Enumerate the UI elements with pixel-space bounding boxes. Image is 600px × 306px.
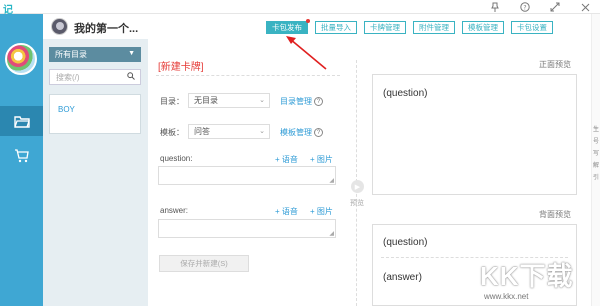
chevron-down-icon: ⌄ bbox=[259, 128, 265, 135]
add-image-question-button[interactable]: + 图片 bbox=[310, 154, 333, 165]
deck-avatar bbox=[51, 18, 68, 35]
add-image-answer-button[interactable]: + 图片 bbox=[310, 206, 333, 217]
add-voice-answer-button[interactable]: + 语音 bbox=[275, 206, 298, 217]
page-title: [新建卡牌] bbox=[158, 62, 204, 73]
directory-list: BOY bbox=[49, 94, 141, 134]
edge-text: 写 bbox=[593, 151, 600, 157]
chevron-down-icon: ⌄ bbox=[259, 97, 265, 104]
directory-select[interactable]: 所有目录 ▼ bbox=[49, 47, 141, 62]
resize-handle-icon[interactable]: ◢ bbox=[329, 230, 334, 237]
divider bbox=[156, 75, 340, 76]
title-bar: 记 ? bbox=[0, 0, 600, 16]
add-voice-question-button[interactable]: + 语音 bbox=[275, 154, 298, 165]
resize-handle-icon[interactable]: ◢ bbox=[329, 177, 334, 184]
user-avatar[interactable] bbox=[5, 43, 37, 75]
directory-manage-link[interactable]: 目录管理? bbox=[280, 96, 323, 107]
help-icon[interactable]: ? bbox=[314, 128, 323, 138]
deck-settings-button[interactable]: 卡包设置 bbox=[511, 21, 553, 34]
question-label: question: bbox=[160, 154, 193, 163]
left-sidebar bbox=[0, 14, 43, 306]
list-item[interactable]: BOY bbox=[58, 105, 75, 114]
directory-label: 目录： bbox=[160, 97, 184, 106]
edge-text: 号 bbox=[593, 139, 600, 145]
folder-icon bbox=[13, 115, 30, 128]
front-preview-box: (question) bbox=[372, 74, 577, 195]
save-and-new-button[interactable]: 保存并新建(S) bbox=[159, 255, 249, 272]
back-question-text: (question) bbox=[383, 237, 428, 248]
template-manage-button[interactable]: 模板管理 bbox=[462, 21, 504, 34]
back-answer-text: (answer) bbox=[383, 272, 422, 283]
toolbar: 卡包发布 批量导入 卡牌管理 附件管理 模板管理 卡包设置 bbox=[266, 19, 553, 34]
answer-label: answer: bbox=[160, 206, 189, 215]
directory-search-input[interactable]: 搜索(/) bbox=[49, 69, 141, 85]
question-field[interactable]: ◢ bbox=[158, 166, 336, 185]
front-preview-title: 正面预览 bbox=[539, 60, 571, 69]
watermark: KK下载 bbox=[480, 261, 574, 291]
template-label: 模板： bbox=[160, 128, 184, 137]
help-icon[interactable]: ? bbox=[314, 97, 323, 107]
sidebar-item-cart[interactable] bbox=[0, 141, 43, 171]
card-form: [新建卡牌] 目录： 无目录 ⌄ 目录管理? 模板： 问答 ⌄ 模板管理? qu… bbox=[148, 39, 353, 306]
right-edge-panel: 生 号 写 解 引 bbox=[591, 14, 600, 306]
deck-title: 我的第一个... bbox=[74, 23, 139, 35]
directory-panel: 所有目录 ▼ 搜索(/) BOY bbox=[43, 39, 148, 306]
window-controls: ? bbox=[480, 0, 600, 14]
directory-dropdown[interactable]: 无目录 ⌄ bbox=[188, 93, 270, 108]
edge-text: 引 bbox=[593, 175, 600, 181]
batch-import-button[interactable]: 批量导入 bbox=[315, 21, 357, 34]
answer-field[interactable]: ◢ bbox=[158, 219, 336, 238]
search-icon[interactable] bbox=[127, 72, 135, 82]
attachment-manage-button[interactable]: 附件管理 bbox=[413, 21, 455, 34]
svg-text:?: ? bbox=[523, 4, 526, 11]
pin-icon[interactable] bbox=[480, 0, 510, 14]
publish-deck-button[interactable]: 卡包发布 bbox=[266, 19, 310, 34]
chevron-down-icon: ▼ bbox=[128, 50, 135, 57]
edge-text: 生 bbox=[593, 127, 600, 133]
front-question-text: (question) bbox=[383, 88, 428, 99]
watermark-url: www.kkx.net bbox=[484, 292, 529, 301]
expand-icon[interactable] bbox=[540, 0, 570, 14]
template-dropdown[interactable]: 问答 ⌄ bbox=[188, 124, 270, 139]
notification-dot bbox=[306, 19, 310, 23]
back-preview-title: 背面预览 bbox=[539, 210, 571, 219]
edge-text: 解 bbox=[593, 163, 600, 169]
preview-toggle-icon[interactable]: ▶ bbox=[351, 180, 364, 193]
preview-toggle-label: 预览 bbox=[350, 200, 364, 207]
template-manage-link[interactable]: 模板管理? bbox=[280, 127, 323, 138]
help-icon[interactable]: ? bbox=[510, 0, 540, 14]
card-manage-button[interactable]: 卡牌管理 bbox=[364, 21, 406, 34]
header: 我的第一个... 卡包发布 批量导入 卡牌管理 附件管理 模板管理 卡包设置 bbox=[43, 14, 600, 39]
close-icon[interactable] bbox=[570, 0, 600, 14]
sidebar-item-folder[interactable] bbox=[0, 106, 43, 136]
cart-icon bbox=[15, 149, 29, 163]
